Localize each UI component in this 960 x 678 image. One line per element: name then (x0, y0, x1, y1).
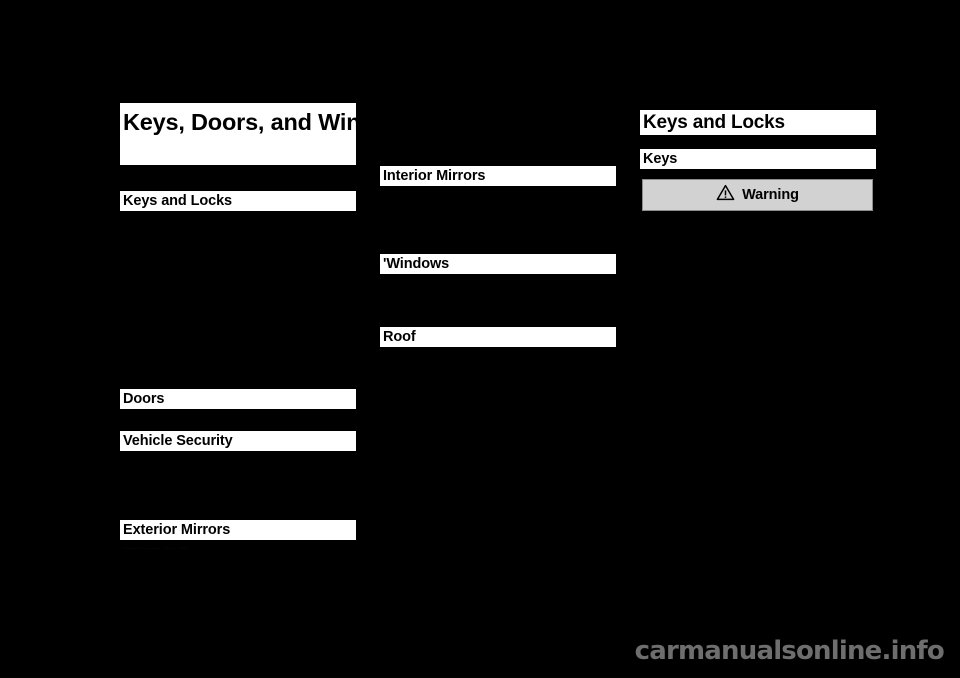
section-heading-roof[interactable]: Roof (380, 327, 616, 347)
chapter-title: Keys, Doors, and Windows (120, 103, 356, 165)
warning-label: Warning (742, 187, 799, 203)
warning-triangle-icon (716, 184, 735, 206)
middle-column: Interior Mirrors 'Windows Roof (380, 0, 616, 678)
section-heading-interior-mirrors[interactable]: Interior Mirrors (380, 166, 616, 186)
left-column: Keys, Doors, and Windows Keys and Locks … (120, 0, 356, 678)
subsection-heading-keys: Keys (640, 149, 876, 169)
page-title-keys-and-locks: Keys and Locks (640, 110, 876, 135)
left-column-faint-text: ............. .... ... (122, 540, 188, 552)
watermark: carmanualsonline.info (634, 636, 945, 666)
section-heading-doors[interactable]: Doors (120, 389, 356, 409)
warning-callout: Warning (642, 179, 873, 211)
section-heading-keys-and-locks[interactable]: Keys and Locks (120, 191, 356, 211)
manual-page: Keys, Doors, and Windows Keys and Locks … (0, 0, 960, 678)
section-heading-vehicle-security[interactable]: Vehicle Security (120, 431, 356, 451)
right-column: Keys and Locks Keys Warning (640, 0, 876, 678)
section-heading-exterior-mirrors[interactable]: Exterior Mirrors (120, 520, 356, 540)
section-heading-windows[interactable]: 'Windows (380, 254, 616, 274)
